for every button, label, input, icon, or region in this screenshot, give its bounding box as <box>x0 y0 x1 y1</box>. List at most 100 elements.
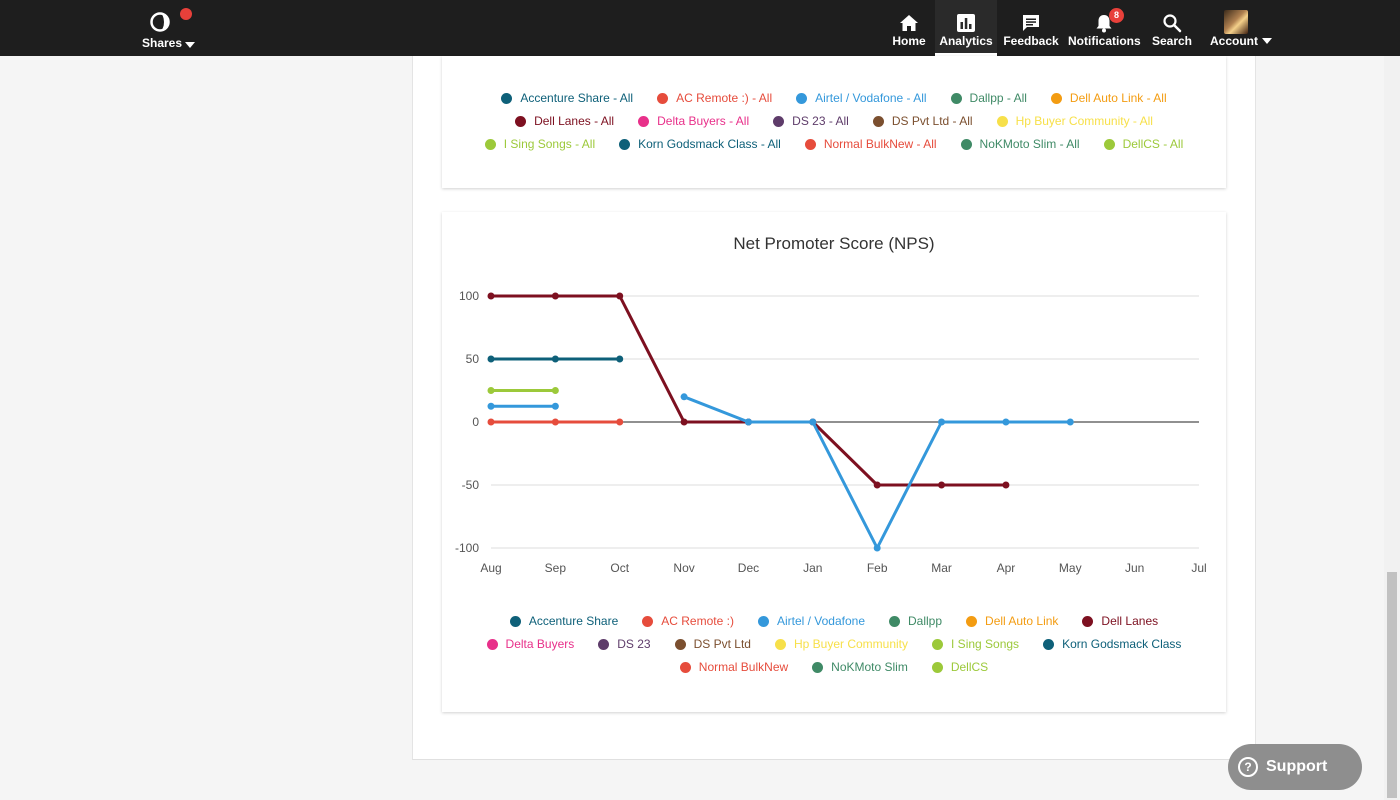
legend-item[interactable]: I Sing Songs - All <box>484 137 595 151</box>
notifications-badge: 8 <box>1109 8 1124 23</box>
legend-item[interactable]: Airtel / Vodafone - All <box>796 91 927 105</box>
support-button[interactable]: ? Support <box>1228 744 1362 790</box>
legend-dot <box>642 615 654 627</box>
legend-dot <box>657 92 669 104</box>
legend-label: Accenture Share <box>528 614 619 628</box>
nav-notifications-label: Notifications <box>1068 34 1141 48</box>
data-point <box>616 355 624 363</box>
nav-search[interactable]: Search <box>1150 0 1194 56</box>
legend-dot <box>804 138 816 150</box>
scrollbar-thumb[interactable] <box>1387 572 1397 798</box>
x-tick-label: Jan <box>803 561 822 575</box>
data-point <box>487 387 495 394</box>
legend-item[interactable]: Delta Buyers - All <box>638 114 749 128</box>
legend-item[interactable]: Korn Godsmack Class - All <box>619 137 781 151</box>
legend-item[interactable]: Hp Buyer Community <box>774 637 908 651</box>
legend-item[interactable]: DS Pvt Ltd - All <box>872 114 973 128</box>
legend-item[interactable]: Dell Lanes <box>1082 614 1158 628</box>
legend-item[interactable]: I Sing Songs <box>932 637 1019 651</box>
chevron-down-icon <box>1262 38 1272 44</box>
data-point <box>551 418 559 426</box>
data-point <box>551 292 559 300</box>
data-point <box>487 402 495 410</box>
legend-dot <box>515 115 527 127</box>
data-point <box>938 481 946 489</box>
series-line <box>683 395 1071 550</box>
legend-item[interactable]: Accenture Share - All <box>501 91 633 105</box>
legend-item[interactable]: AC Remote :) <box>642 614 734 628</box>
nps-legend-row-2: Delta Buyers DS 23 DS Pvt Ltd Hp Buyer C… <box>442 634 1226 654</box>
legend-dot <box>812 661 824 673</box>
legend-item[interactable]: NoKMoto Slim <box>812 660 908 674</box>
legend-label: Korn Godsmack Class - All <box>638 137 781 151</box>
home-icon <box>900 15 918 31</box>
legend-label: DellCS - All <box>1122 137 1184 151</box>
data-point <box>873 544 881 552</box>
top-legend-row-3: I Sing Songs - All Korn Godsmack Class -… <box>442 134 1226 154</box>
nav-feedback[interactable]: Feedback <box>1002 0 1060 56</box>
data-point <box>744 418 752 426</box>
legend-item[interactable]: DS 23 - All <box>773 114 849 128</box>
legend-label: Normal BulkNew - All <box>823 137 937 151</box>
legend-dot <box>598 638 610 650</box>
legend-item[interactable]: DellCS <box>931 660 988 674</box>
legend-dot <box>619 138 631 150</box>
shares-menu[interactable]: Shares <box>140 8 200 52</box>
x-tick-label: Oct <box>610 561 629 575</box>
legend-item[interactable]: NoKMoto Slim - All <box>960 137 1080 151</box>
y-tick-label: 100 <box>459 289 479 303</box>
legend-dot <box>501 92 513 104</box>
legend-dot <box>679 661 691 673</box>
x-tick-label: Feb <box>867 561 888 575</box>
legend-dot <box>509 615 521 627</box>
legend-item[interactable]: DS 23 <box>598 637 651 651</box>
legend-dot <box>774 638 786 650</box>
analytics-icon <box>957 14 975 32</box>
nav-account[interactable]: Account <box>1208 0 1276 56</box>
nps-legend-row-3: Normal BulkNew NoKMoto Slim DellCS <box>442 657 1226 677</box>
legend-item[interactable]: Dell Auto Link <box>966 614 1058 628</box>
data-point <box>1002 418 1010 426</box>
legend-label: Delta Buyers - All <box>657 114 750 128</box>
legend-dot <box>966 615 978 627</box>
legend-label: AC Remote :) <box>661 614 734 628</box>
legend-item[interactable]: Dell Auto Link - All <box>1050 91 1167 105</box>
legend-label: NoKMoto Slim - All <box>979 137 1080 151</box>
legend-item[interactable]: Accenture Share <box>509 614 619 628</box>
data-point <box>1002 481 1010 489</box>
feedback-icon <box>1023 15 1039 31</box>
legend-label: Airtel / Vodafone - All <box>815 91 927 105</box>
legend-dot <box>960 138 972 150</box>
nav-notifications[interactable]: 8 Notifications <box>1068 0 1141 56</box>
nav-analytics-label: Analytics <box>939 34 993 48</box>
legend-item[interactable]: Dell Lanes - All <box>515 114 614 128</box>
nps-chart-card: Net Promoter Score (NPS) 100 50 0 -50 -100 Au… <box>442 212 1226 712</box>
legend-item[interactable]: Normal BulkNew <box>679 660 788 674</box>
legend-dot <box>1043 638 1055 650</box>
legend-dot <box>1050 92 1062 104</box>
legend-item[interactable]: Normal BulkNew - All <box>804 137 937 151</box>
previous-chart-card: Accenture Share - All AC Remote :) - All… <box>442 56 1226 188</box>
nav-home-label: Home <box>892 34 926 48</box>
legend-item[interactable]: Dallpp <box>889 614 942 628</box>
legend-item[interactable]: Delta Buyers <box>486 637 574 651</box>
nav-analytics[interactable]: Analytics <box>935 0 997 56</box>
legend-item[interactable]: Korn Godsmack Class <box>1043 637 1181 651</box>
legend-label: Korn Godsmack Class <box>1062 637 1182 651</box>
nps-legend-row-1: Accenture Share AC Remote :) Airtel / Vo… <box>442 611 1226 631</box>
data-point <box>551 387 559 394</box>
page-scrollbar[interactable] <box>1384 56 1400 800</box>
legend-item[interactable]: Hp Buyer Community - All <box>996 114 1153 128</box>
legend-item[interactable]: Airtel / Vodafone <box>757 614 865 628</box>
nav-home[interactable]: Home <box>888 0 930 56</box>
legend-label: Hp Buyer Community - All <box>1015 114 1153 128</box>
legend-item[interactable]: Dallpp - All <box>950 91 1027 105</box>
x-tick-label: Nov <box>673 561 694 575</box>
legend-item[interactable]: AC Remote :) - All <box>657 91 772 105</box>
legend-item[interactable]: DS Pvt Ltd <box>674 637 751 651</box>
legend-label: DS 23 <box>617 637 651 651</box>
legend-dot <box>931 661 943 673</box>
data-point <box>680 418 688 426</box>
legend-item[interactable]: DellCS - All <box>1103 137 1184 151</box>
legend-label: DS Pvt Ltd <box>693 637 751 651</box>
